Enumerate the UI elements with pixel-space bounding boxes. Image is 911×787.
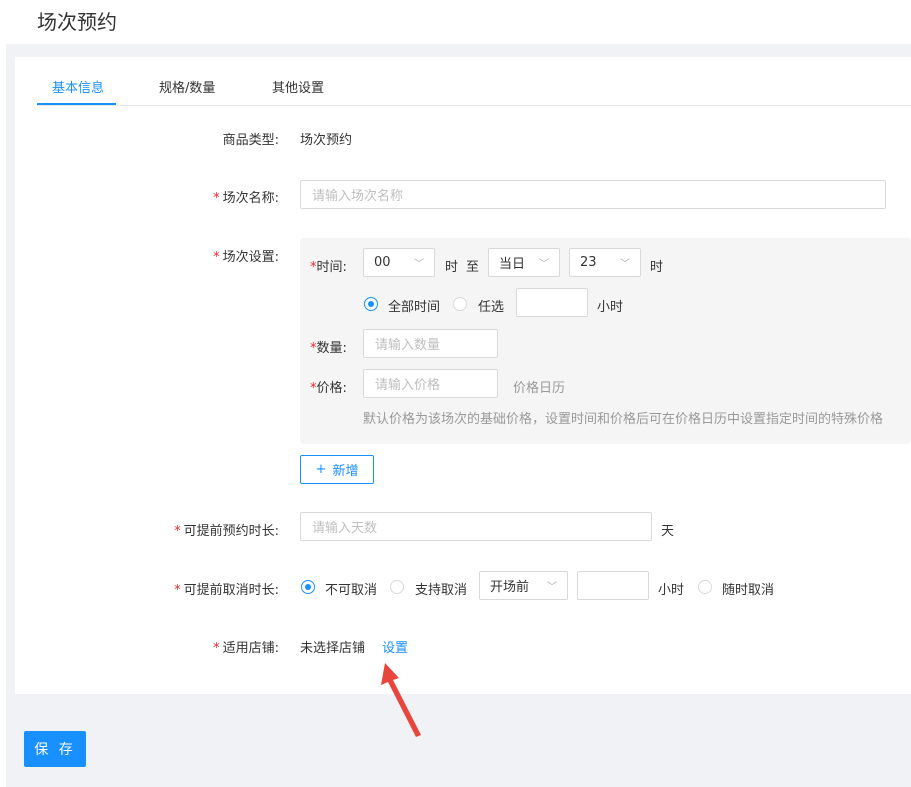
tab-spec-quantity[interactable]: 规格/数量 [159, 77, 215, 96]
cancelable-label: 支持取消 [415, 583, 468, 598]
advance-cancel-label: * 可提前取消时长: [174, 583, 279, 598]
optional-label: 任选 [478, 300, 505, 315]
tab-other-settings[interactable]: 其他设置 [272, 77, 324, 96]
all-time-label: 全部时间 [388, 300, 441, 315]
end-hour-select[interactable]: 23 ﹀ [569, 248, 641, 277]
product-type-value: 场次预约 [300, 133, 353, 148]
day-select[interactable]: 当日 ﹀ [488, 248, 560, 277]
start-hour-select[interactable]: 00 ﹀ [363, 248, 435, 277]
before-start-select[interactable]: 开场前 ﹀ [479, 571, 568, 600]
stores-label: * 适用店铺: [213, 641, 279, 656]
chevron-down-icon: ﹀ [620, 259, 630, 270]
stores-value: 未选择店铺 [300, 641, 366, 656]
start-hour-unit: 时 [445, 260, 459, 275]
cancel-hours-input[interactable] [577, 571, 649, 600]
annotation-arrow-icon [381, 663, 421, 737]
optional-radio[interactable] [453, 297, 467, 311]
product-type-label: 商品类型: [222, 133, 279, 148]
plus-icon: + [315, 462, 327, 477]
anytime-cancel-label: 随时取消 [722, 583, 775, 598]
chevron-down-icon: ﹀ [547, 582, 557, 593]
chevron-down-icon: ﹀ [539, 259, 549, 270]
tab-basic-info[interactable]: 基本信息 [52, 77, 104, 96]
page-title: 场次预约 [37, 10, 117, 34]
hours-input[interactable] [516, 288, 588, 317]
session-name-label: * 场次名称: [213, 191, 279, 206]
price-calendar-link[interactable]: 价格日历 [513, 377, 565, 396]
page-header [6, 0, 911, 44]
session-settings-label: * 场次设置: [213, 250, 279, 265]
price-label: *价格: [310, 381, 347, 396]
not-cancelable-label: 不可取消 [325, 583, 378, 598]
advance-booking-input[interactable]: 请输入天数 [300, 512, 652, 541]
cancel-hours-unit: 小时 [658, 583, 685, 598]
quantity-input[interactable]: 请输入数量 [363, 329, 498, 358]
session-name-input[interactable]: 请输入场次名称 [300, 180, 886, 209]
price-hint: 默认价格为该场次的基础价格，设置时间和价格后可在价格日历中设置指定时间的特殊价格 [363, 412, 884, 427]
end-hour-unit: 时 [650, 260, 664, 275]
chevron-down-icon: ﹀ [414, 259, 424, 270]
hours-unit: 小时 [597, 300, 624, 315]
save-button[interactable]: 保 存 [24, 731, 86, 767]
cancelable-radio[interactable] [390, 580, 404, 594]
active-tab-indicator [37, 103, 116, 105]
tabs-divider [37, 105, 911, 106]
price-input[interactable]: 请输入价格 [363, 369, 498, 398]
advance-booking-label: * 可提前预约时长: [174, 524, 279, 539]
time-label: *时间: [310, 260, 347, 275]
not-cancelable-radio[interactable] [301, 580, 315, 594]
days-unit: 天 [661, 524, 675, 539]
left-edge [0, 0, 6, 787]
stores-settings-link[interactable]: 设置 [382, 637, 408, 656]
add-session-button[interactable]: + 新增 [300, 455, 374, 484]
all-time-radio[interactable] [364, 297, 378, 311]
to-text: 至 [466, 260, 480, 275]
anytime-cancel-radio[interactable] [698, 580, 712, 594]
quantity-label: *数量: [310, 341, 347, 356]
